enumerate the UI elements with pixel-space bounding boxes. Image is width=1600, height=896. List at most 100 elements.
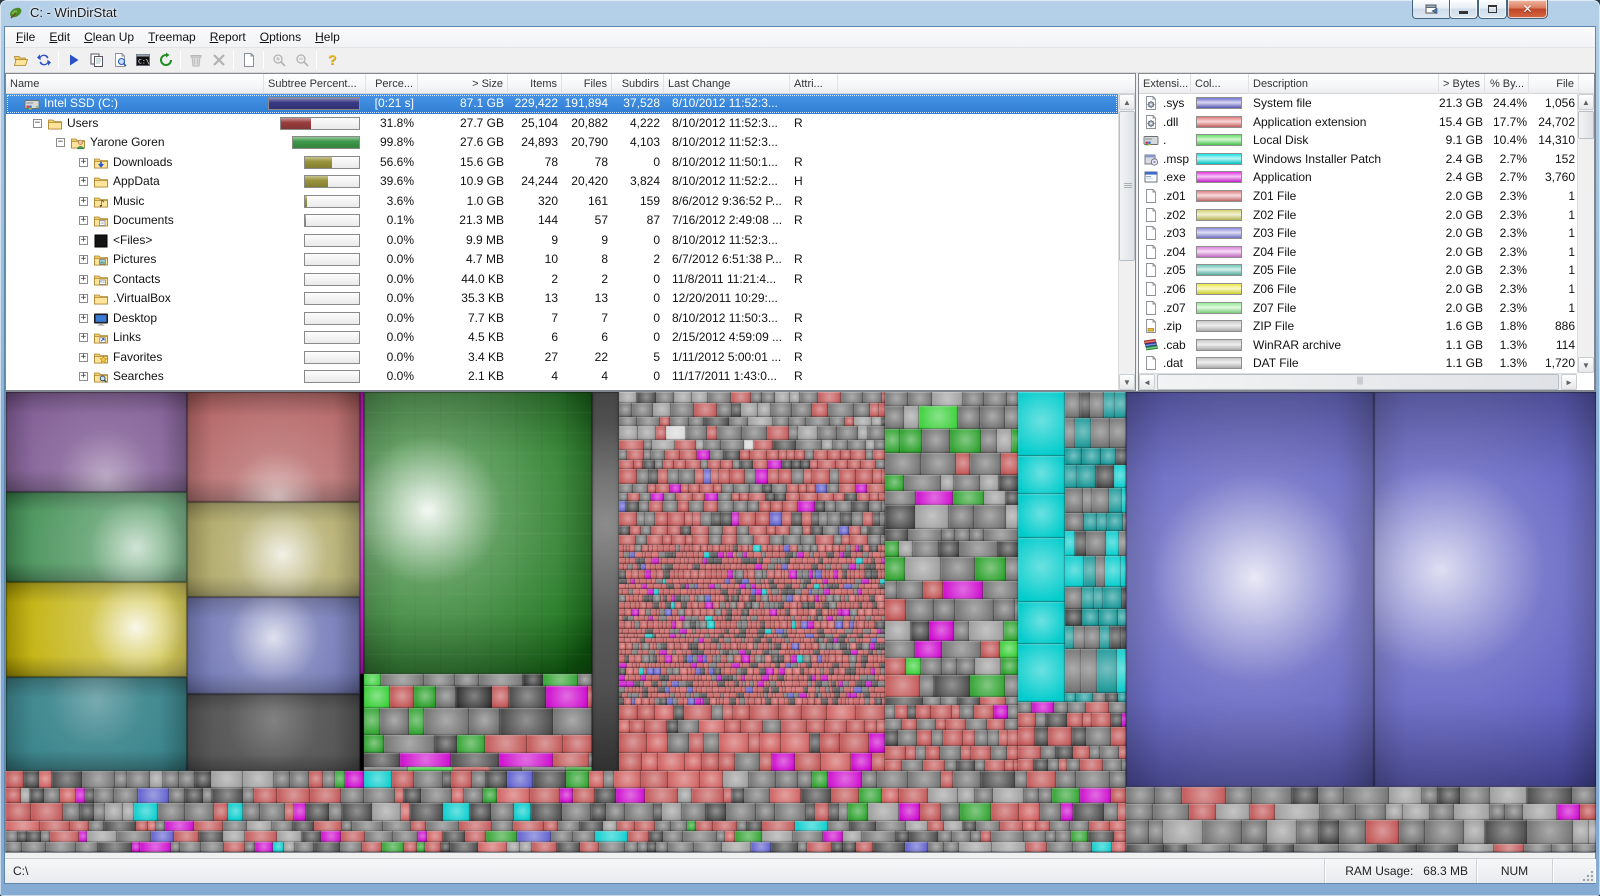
menu-report[interactable]: Report	[203, 28, 253, 46]
extension-row-dat[interactable]: .datDAT File1.1 GB1.3%1,720	[1139, 354, 1577, 373]
tree-vertical-scrollbar[interactable]: ▲ ▼	[1118, 94, 1135, 390]
send-feedback-button[interactable]	[1412, 0, 1452, 19]
extension-row-z02[interactable]: .z02Z02 File2.0 GB2.3%1	[1139, 206, 1577, 225]
expand-toggle[interactable]: +	[79, 333, 88, 342]
scroll-down-button[interactable]: ▼	[1578, 357, 1594, 373]
tree-row-contacts[interactable]: +Contacts0.0%44.0 KB22011/8/2011 11:21:4…	[6, 270, 1118, 290]
help-button[interactable]: ??	[320, 49, 343, 71]
expand-toggle[interactable]: +	[79, 158, 88, 167]
resize-grip[interactable]	[1581, 869, 1593, 881]
expand-toggle[interactable]: +	[79, 353, 88, 362]
extension-row-cab[interactable]: .cabWinRAR archive1.1 GB1.3%114	[1139, 336, 1577, 355]
tree-header-attri-[interactable]: Attri...	[790, 74, 838, 94]
expand-toggle[interactable]: +	[79, 372, 88, 381]
extension-horizontal-scrollbar[interactable]: ◄ ►	[1139, 373, 1577, 390]
tree-row-documents[interactable]: +Documents0.1%21.3 MB14457877/16/2012 2:…	[6, 211, 1118, 231]
explorer-here-button[interactable]	[108, 49, 131, 71]
scroll-left-button[interactable]: ◄	[1139, 374, 1155, 390]
tree-header-items[interactable]: Items	[508, 74, 562, 94]
expand-toggle[interactable]: +	[79, 275, 88, 284]
extension-row-z06[interactable]: .z06Z06 File2.0 GB2.3%1	[1139, 280, 1577, 299]
refresh-selected-button[interactable]	[154, 49, 177, 71]
expand-toggle[interactable]: +	[79, 294, 88, 303]
scroll-thumb[interactable]	[1119, 111, 1135, 261]
tree-row-favorites[interactable]: +Favorites0.0%3.4 KB272251/11/2012 5:00:…	[6, 348, 1118, 368]
tree-header-subdirs[interactable]: Subdirs	[612, 74, 664, 94]
tree-row-yarone-goren[interactable]: −Yarone Goren99.8%27.6 GB24,89320,7904,1…	[6, 133, 1118, 153]
expand-toggle[interactable]: +	[79, 177, 88, 186]
extension-vertical-scrollbar[interactable]: ▲ ▼	[1577, 94, 1594, 373]
scroll-thumb[interactable]	[1157, 374, 1559, 390]
ext-header--bytes[interactable]: > Bytes	[1439, 74, 1485, 94]
ext-header-extensi-[interactable]: Extensi...	[1139, 74, 1191, 94]
expand-toggle[interactable]: +	[79, 314, 88, 323]
cell-percentage: [0:21 s]	[366, 94, 414, 114]
open-folder-button[interactable]	[9, 49, 32, 71]
extension-row-z03[interactable]: .z03Z03 File2.0 GB2.3%1	[1139, 224, 1577, 243]
scroll-thumb[interactable]	[1578, 111, 1594, 139]
menu-file[interactable]: File	[9, 28, 42, 46]
tree-row-searches[interactable]: +Searches0.0%2.1 KB44011/17/2011 1:43:0.…	[6, 367, 1118, 387]
menu-options[interactable]: Options	[253, 28, 308, 46]
tree-row--virtualbox[interactable]: +.VirtualBox0.0%35.3 KB1313012/20/2011 1…	[6, 289, 1118, 309]
user-defined-cleanup-button[interactable]	[237, 49, 260, 71]
treemap-canvas[interactable]	[6, 392, 1596, 852]
tree-row--files-[interactable]: +<Files>0.0%9.9 MB9908/10/2012 11:52:3..…	[6, 231, 1118, 251]
scroll-right-button[interactable]: ►	[1561, 374, 1577, 390]
tree-row-desktop[interactable]: +Desktop0.0%7.7 KB7708/10/2012 11:50:3..…	[6, 309, 1118, 329]
close-button[interactable]: ✕	[1507, 0, 1548, 19]
tree-header--size[interactable]: > Size	[418, 74, 508, 94]
extension-row-dll[interactable]: .dllApplication extension15.4 GB17.7%24,…	[1139, 113, 1577, 132]
menu-help[interactable]: Help	[308, 28, 347, 46]
tree-column-header[interactable]: NameSubtree Percent...Perce...> SizeItem…	[6, 74, 1135, 94]
tree-row-music[interactable]: +♪Music3.6%1.0 GB3201611598/6/2012 9:36:…	[6, 192, 1118, 212]
scroll-down-button[interactable]: ▼	[1119, 374, 1135, 390]
expand-toggle[interactable]: +	[79, 236, 88, 245]
ext-header-file[interactable]: File	[1529, 74, 1579, 94]
extension-row-zip[interactable]: .zipZIP File1.6 GB1.8%886	[1139, 317, 1577, 336]
collapse-toggle[interactable]: −	[33, 119, 42, 128]
resume-button[interactable]	[62, 49, 85, 71]
tree-row-intel-ssd-c-[interactable]: Intel SSD (C:)[0:21 s]87.1 GB229,422191,…	[6, 94, 1118, 114]
extension-row-z05[interactable]: .z05Z05 File2.0 GB2.3%1	[1139, 261, 1577, 280]
extension-row-exe[interactable]: .exeApplication2.4 GB2.7%3,760	[1139, 168, 1577, 187]
menu-clean-up[interactable]: Clean Up	[77, 28, 141, 46]
command-prompt-button[interactable]: C:\>	[131, 49, 154, 71]
extension-row-z04[interactable]: .z04Z04 File2.0 GB2.3%1	[1139, 243, 1577, 262]
maximize-button[interactable]	[1478, 0, 1507, 19]
menu-edit[interactable]: Edit	[42, 28, 77, 46]
tree-row-users[interactable]: −Users31.8%27.7 GB25,10420,8824,2228/10/…	[6, 114, 1118, 134]
extension-column-header[interactable]: Extensi...Col...Description> Bytes% By..…	[1139, 74, 1594, 94]
tree-header-perce-[interactable]: Perce...	[366, 74, 418, 94]
ext-header-col-[interactable]: Col...	[1191, 74, 1249, 94]
ext-header--by-[interactable]: % By...	[1485, 74, 1529, 94]
extension-row-z07[interactable]: .z07Z07 File2.0 GB2.3%1	[1139, 299, 1577, 318]
ext-header-description[interactable]: Description	[1249, 74, 1439, 94]
title-bar[interactable]: C: - WinDirStat ✕	[0, 0, 1600, 26]
expand-toggle[interactable]: +	[79, 216, 88, 225]
item-name: Pictures	[113, 250, 333, 270]
extension-row-sys[interactable]: .sysSystem file21.3 GB24.4%1,056	[1139, 94, 1577, 113]
tree-header-name[interactable]: Name	[6, 74, 264, 94]
extension-row-msp[interactable]: .mspWindows Installer Patch2.4 GB2.7%152	[1139, 150, 1577, 169]
tree-row-pictures[interactable]: +Pictures0.0%4.7 MB10826/7/2012 6:51:38 …	[6, 250, 1118, 270]
treemap-color-swatch	[1196, 134, 1242, 146]
scroll-up-button[interactable]: ▲	[1119, 94, 1135, 110]
tree-header-last-change[interactable]: Last Change	[664, 74, 790, 94]
tree-header-files[interactable]: Files	[562, 74, 612, 94]
treemap-view[interactable]	[5, 391, 1595, 853]
extension-row-z01[interactable]: .z01Z01 File2.0 GB2.3%1	[1139, 187, 1577, 206]
expand-toggle[interactable]: +	[79, 197, 88, 206]
tree-row-appdata[interactable]: +AppData39.6%10.9 GB24,24420,4203,8248/1…	[6, 172, 1118, 192]
extension-row-[interactable]: .Local Disk9.1 GB10.4%14,310	[1139, 131, 1577, 150]
copy-path-button[interactable]	[85, 49, 108, 71]
menu-treemap[interactable]: Treemap	[141, 28, 203, 46]
collapse-toggle[interactable]: −	[56, 138, 65, 147]
refresh-all-button[interactable]	[32, 49, 55, 71]
tree-header-subtree-percent-[interactable]: Subtree Percent...	[264, 74, 366, 94]
minimize-button[interactable]	[1449, 0, 1478, 19]
expand-toggle[interactable]: +	[79, 255, 88, 264]
tree-row-links[interactable]: +Links0.0%4.5 KB6602/15/2012 4:59:09 ...…	[6, 328, 1118, 348]
scroll-up-button[interactable]: ▲	[1578, 94, 1594, 110]
tree-row-downloads[interactable]: +Downloads56.6%15.6 GB787808/10/2012 11:…	[6, 153, 1118, 173]
